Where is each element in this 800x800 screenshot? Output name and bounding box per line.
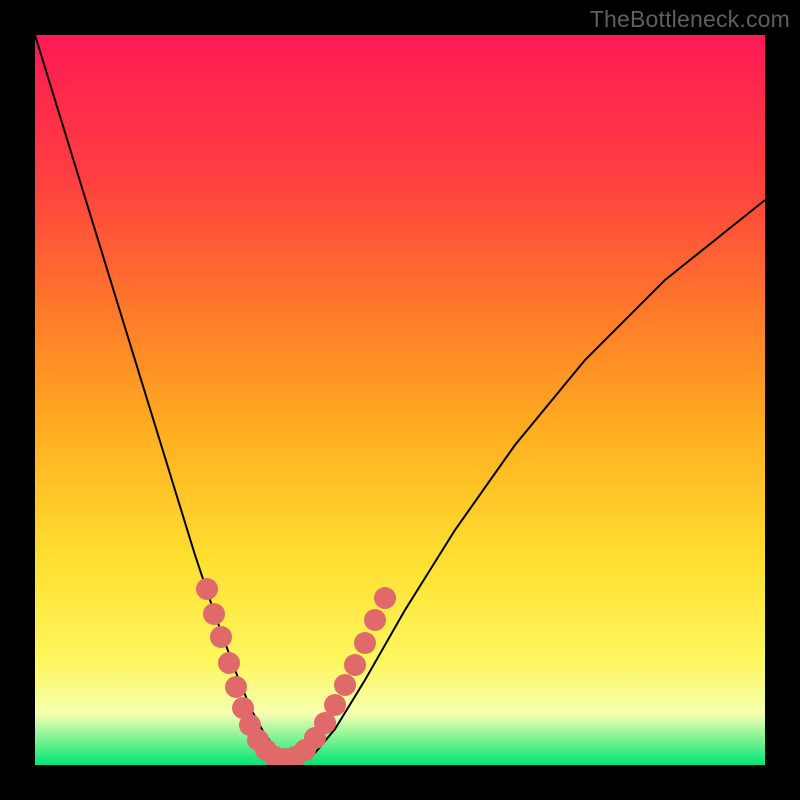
gradient-rect — [35, 35, 765, 765]
plot-area — [35, 35, 765, 765]
gradient-background — [35, 35, 765, 765]
watermark-text: TheBottleneck.com — [590, 6, 790, 33]
chart-container: TheBottleneck.com — [0, 0, 800, 800]
